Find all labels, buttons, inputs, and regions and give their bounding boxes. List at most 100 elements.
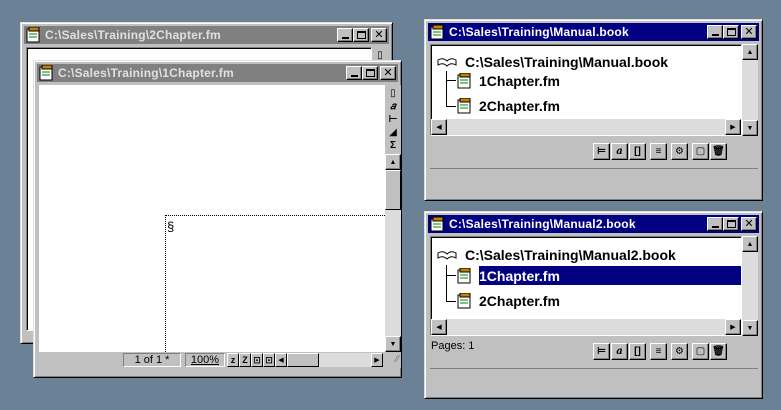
titlebar-2chapter[interactable]: C:\Sales\Training\2Chapter.fm ✕ <box>24 26 389 44</box>
scroll-right-button[interactable]: ▶ <box>371 353 383 367</box>
text-frame-icon[interactable]: ▯ <box>385 87 401 100</box>
cross-reference-button[interactable]: [] <box>629 143 646 160</box>
paragraph-catalog-button[interactable]: a <box>611 143 628 160</box>
horizontal-scroll-thumb[interactable] <box>287 353 319 367</box>
book-root-item[interactable]: C:\Sales\Training\Manual2.book <box>437 246 676 264</box>
delete-file-button[interactable]: 🗑 <box>710 143 727 160</box>
book-file-item[interactable]: 2Chapter.fm <box>457 97 560 115</box>
scroll-up-button[interactable]: ▲ <box>385 154 401 170</box>
book-root-label: C:\Sales\Training\Manual2.book <box>465 247 676 263</box>
setup-icon: ⊨ <box>596 346 607 357</box>
titlebar-manual2-book[interactable]: C:\Sales\Training\Manual2.book ✕ <box>428 215 759 233</box>
resize-grip-icon[interactable]: ⁄⁄ <box>385 354 399 367</box>
minimize-button[interactable] <box>337 28 353 42</box>
graphics-icon[interactable]: ◢ <box>385 126 401 139</box>
zoom-level[interactable]: 100% <box>185 353 225 367</box>
book-file-item-selected[interactable]: 1Chapter.fm <box>457 267 560 285</box>
book-list[interactable]: C:\Sales\Training\Manual.book 1Chapter.f… <box>430 44 742 136</box>
maximize-icon <box>365 69 375 77</box>
previous-page-button[interactable]: ⊡ <box>251 353 263 367</box>
paragraph-catalog-button[interactable]: a <box>611 343 628 360</box>
maximize-button[interactable] <box>723 25 739 39</box>
window-manual-book[interactable]: C:\Sales\Training\Manual.book ✕ C:\Sales… <box>424 19 763 201</box>
status-blank <box>39 353 123 367</box>
scroll-up-button[interactable]: ▲ <box>742 236 758 252</box>
close-icon: ✕ <box>744 217 754 230</box>
book-file-label: 2Chapter.fm <box>479 293 560 309</box>
maximize-button[interactable] <box>353 28 369 42</box>
scroll-down-button[interactable]: ▼ <box>385 336 401 352</box>
generate-button[interactable]: ≡ <box>650 343 667 360</box>
add-file-button[interactable]: ▢ <box>692 343 709 360</box>
maximize-button[interactable] <box>723 217 739 231</box>
scroll-right-button[interactable]: ▶ <box>725 119 741 135</box>
vertical-scrollbar[interactable]: ▲ ▼ <box>742 44 758 136</box>
scroll-up-button[interactable]: ▲ <box>742 44 758 60</box>
tree-connector <box>446 71 456 107</box>
book-list[interactable]: C:\Sales\Training\Manual2.book 1Chapter.… <box>430 236 742 336</box>
close-icon: ✕ <box>744 25 754 38</box>
scroll-left-button[interactable]: ◀ <box>431 319 447 335</box>
window-manual2-book[interactable]: C:\Sales\Training\Manual2.book ✕ C:\Sale… <box>424 211 763 399</box>
titlebar-manual-book[interactable]: C:\Sales\Training\Manual.book ✕ <box>428 23 759 41</box>
book-icon <box>437 58 457 67</box>
new-file-icon: ▢ <box>695 346 706 357</box>
close-button[interactable]: ✕ <box>380 66 396 80</box>
tree-connector <box>446 275 456 276</box>
generate-button[interactable]: ≡ <box>650 143 667 160</box>
close-button[interactable]: ✕ <box>741 217 757 231</box>
add-file-button[interactable]: ▢ <box>692 143 709 160</box>
framemaker-book-icon <box>430 24 444 40</box>
horizontal-scrollbar[interactable]: ◀ ▶ <box>431 319 741 335</box>
tree-connector <box>446 106 456 107</box>
scroll-down-button[interactable]: ▼ <box>742 320 758 336</box>
minimize-button[interactable] <box>346 66 362 80</box>
zoom-out-button[interactable]: z <box>227 353 239 367</box>
maximize-button[interactable] <box>362 66 378 80</box>
character-catalog-icon[interactable]: ⊢ <box>385 113 401 126</box>
horizontal-scrollbar[interactable]: ◀ ▶ <box>431 119 741 135</box>
zoom-in-button[interactable]: Z <box>239 353 251 367</box>
book-root-label: C:\Sales\Training\Manual.book <box>465 54 669 70</box>
status-area <box>430 168 758 196</box>
update-book-button[interactable]: ⚙ <box>671 143 688 160</box>
page-down-icon: ⊡ <box>265 354 273 365</box>
book-root-item[interactable]: C:\Sales\Training\Manual.book <box>437 53 668 71</box>
vertical-scrollbar[interactable]: ▲ ▼ <box>742 236 758 336</box>
minimize-icon <box>341 37 349 39</box>
fm-file-icon <box>457 73 471 89</box>
document-page[interactable]: § <box>39 85 385 352</box>
window-1chapter[interactable]: C:\Sales\Training\1Chapter.fm ✕ § ▯ 𝑎 ⊢ … <box>33 60 402 378</box>
scroll-down-button[interactable]: ▼ <box>742 120 758 136</box>
setup-icon: ⊨ <box>596 146 607 157</box>
vertical-scroll-thumb[interactable] <box>385 170 401 210</box>
scroll-right-button[interactable]: ▶ <box>725 319 741 335</box>
paragraph-catalog-icon[interactable]: 𝑎 <box>385 100 401 113</box>
next-page-button[interactable]: ⊡ <box>263 353 275 367</box>
delete-file-button[interactable]: 🗑 <box>710 343 727 360</box>
book-file-item[interactable]: 2Chapter.fm <box>457 292 560 310</box>
scroll-left-button[interactable]: ◀ <box>431 119 447 135</box>
update-book-button[interactable]: ⚙ <box>671 343 688 360</box>
arrow-right-icon: ▶ <box>374 357 380 364</box>
book-file-item[interactable]: 1Chapter.fm <box>457 72 560 90</box>
minimize-icon <box>711 34 719 36</box>
set-up-file-button[interactable]: ⊨ <box>593 143 610 160</box>
close-button[interactable]: ✕ <box>371 28 387 42</box>
arrow-left-icon: ◀ <box>436 324 442 331</box>
minimize-button[interactable] <box>707 217 723 231</box>
equations-icon[interactable]: Σ <box>385 139 401 152</box>
set-up-file-button[interactable]: ⊨ <box>593 343 610 360</box>
close-button[interactable]: ✕ <box>741 25 757 39</box>
cross-reference-button[interactable]: [] <box>629 343 646 360</box>
arrow-up-icon: ▲ <box>389 158 397 166</box>
minimize-button[interactable] <box>707 25 723 39</box>
page-indicator[interactable]: 1 of 1 * <box>123 353 181 367</box>
close-icon: ✕ <box>374 28 384 41</box>
update-icon: ⚙ <box>675 146 684 157</box>
minimize-icon <box>350 75 358 77</box>
scroll-left-button[interactable]: ◀ <box>275 353 287 367</box>
titlebar-1chapter[interactable]: C:\Sales\Training\1Chapter.fm ✕ <box>37 64 398 82</box>
horizontal-scroll-track[interactable] <box>287 353 371 367</box>
vertical-scroll-track[interactable] <box>385 210 401 336</box>
